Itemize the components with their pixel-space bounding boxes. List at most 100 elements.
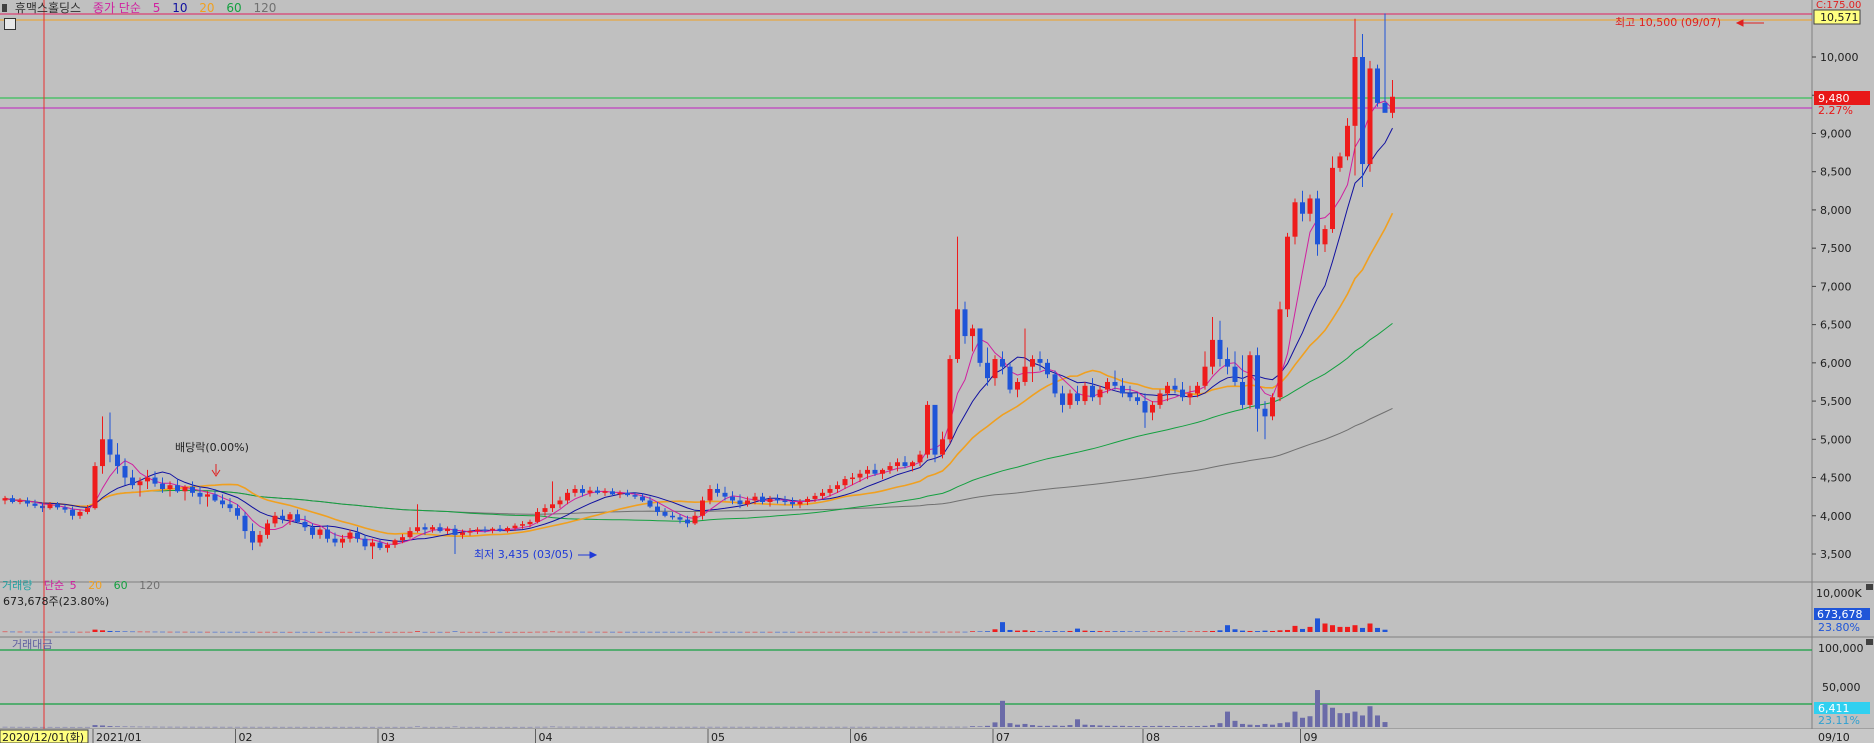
amount-bar [220,726,225,728]
amount-bar [32,726,38,728]
volume-bar [32,631,38,633]
candle-body [437,527,443,532]
amount-bar [1210,725,1215,727]
volume-bar [212,631,218,633]
amount-bar [1127,726,1133,727]
candle-body [100,439,105,467]
amount-bar [1172,726,1178,727]
amount-bar [347,726,353,728]
amount-bar [1240,723,1245,727]
amount-bar [272,726,278,728]
amount-bar [805,726,810,728]
candle-body [250,531,255,543]
amount-bar [1022,723,1028,727]
amount-bar [737,726,743,728]
amount-bar [392,726,398,728]
stock-chart-window: 10,0009,5009,0008,5008,0007,5007,0006,50… [0,0,1874,743]
volume-bar [475,631,480,633]
volume-bar [985,631,990,632]
volume-bar [205,631,210,633]
volume-bar [670,631,675,633]
amount-bar [205,726,210,728]
amount-bar [527,726,533,728]
grid-toggle-icon[interactable] [4,18,16,30]
amount-bar [1000,700,1005,727]
amount-bar [1037,725,1043,727]
volume-bar [430,631,435,633]
chart-canvas[interactable]: 10,0009,5009,0008,5008,0007,5007,0006,50… [0,0,1874,743]
volume-bar [917,631,923,633]
candle-body [1120,385,1125,394]
menu-icon[interactable] [2,4,7,12]
candle-body [310,527,315,535]
candle-body [1112,381,1118,386]
candle-body [160,483,165,490]
volume-ma-label-5[interactable]: 5 [70,579,77,592]
volume-bar [790,631,795,633]
price-indicator-label[interactable]: 종가 단순 [93,1,141,15]
amount-title[interactable]: 거래대금 [12,636,52,652]
candle-body [767,498,773,503]
amount-bar [1337,713,1343,727]
volume-bar [932,631,938,633]
ma-label-5[interactable]: 5 [153,1,161,15]
volume-bar [992,629,998,632]
candle-body [1202,366,1208,386]
candle-body [1030,359,1035,367]
candle-body [610,491,615,495]
price-tick-label: 6,500 [1820,319,1852,332]
volume-bar [752,631,758,633]
stock-name[interactable]: 휴맥스홀딩스 [15,1,81,15]
volume-value-label: 673,678주(23.80%) [3,595,110,608]
amount-bar [512,726,518,728]
candle-body [820,492,825,496]
amount-bar [812,726,818,728]
volume-bar [385,631,390,633]
candle-body [32,503,38,506]
volume-title[interactable]: 거래량 [2,579,32,592]
volume-bar [1277,630,1283,632]
amount-bar [700,726,705,728]
ma-label-20[interactable]: 20 [199,1,214,15]
candle-body [932,404,938,455]
volume-bar [677,631,683,633]
volume-bar [1030,630,1035,632]
ma-label-60[interactable]: 60 [226,1,241,15]
candle-body [775,498,780,501]
ma-label-10[interactable]: 10 [172,1,187,15]
volume-ma-label-60[interactable]: 60 [114,579,128,592]
volume-bar [190,631,195,633]
amount-bar [1067,725,1073,727]
amount-bar [970,726,975,727]
amount-bar [17,726,23,728]
volume-bar [865,631,870,633]
amount-bar [317,726,323,728]
volume-bar [295,631,300,633]
volume-bar [947,631,953,633]
amount-bar [677,726,683,728]
volume-bar [1367,623,1373,632]
volume-bar [527,631,533,633]
amount-bar [940,726,945,728]
amount-bar [992,722,998,727]
candle-body [115,454,120,467]
volume-bar [1255,631,1260,632]
amount-bar [182,726,188,728]
candle-body [280,515,285,520]
amount-bar [332,726,338,728]
volume-ma-label-120[interactable]: 120 [139,579,160,592]
volume-ma-label-20[interactable]: 20 [88,579,102,592]
candle-body [1127,393,1133,398]
volume-indicator-label[interactable]: 단순 [44,579,64,592]
volume-bar [17,631,23,633]
price-tick-label: 9,000 [1820,127,1852,140]
volume-bar [542,631,548,633]
amount-bar [445,726,450,728]
candle-body [415,527,420,532]
amount-bar [1165,726,1170,727]
volume-bar [452,631,458,632]
top-edge-label: C:175.00 [1816,0,1862,11]
volume-bar [1270,630,1275,632]
volume-bar [85,631,90,633]
ma-label-120[interactable]: 120 [254,1,277,15]
